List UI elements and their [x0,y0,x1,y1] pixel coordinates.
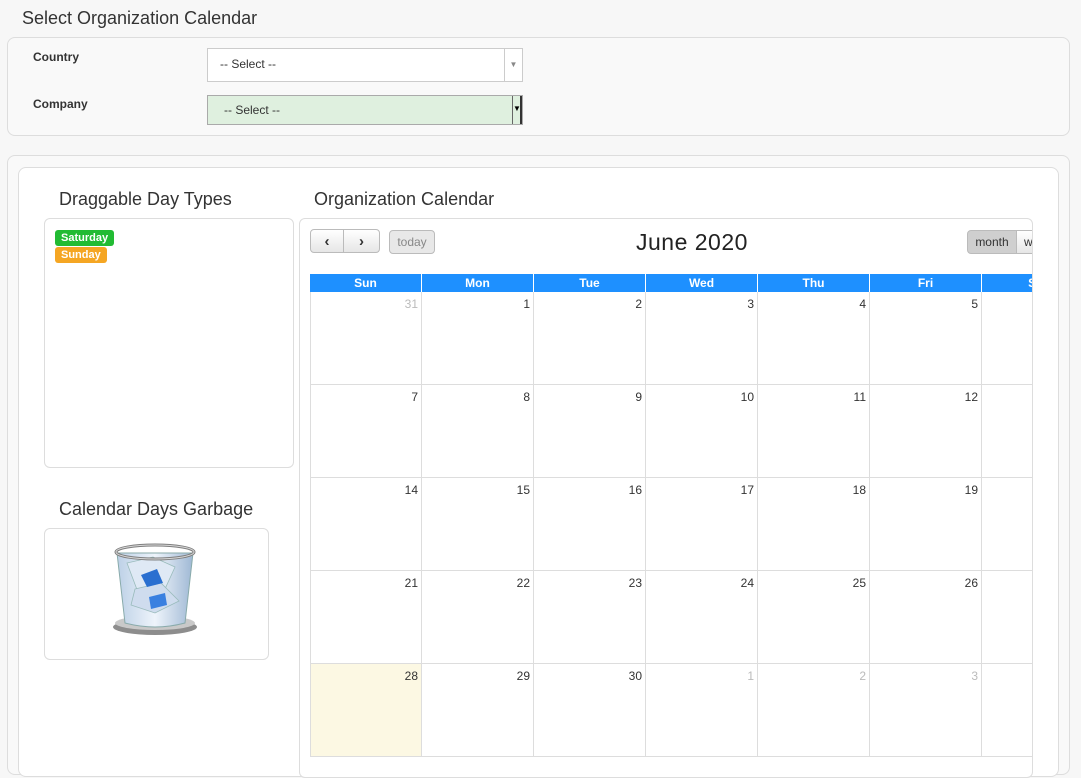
day-cell[interactable]: 9 [534,385,646,478]
day-cell[interactable]: 16 [534,478,646,571]
prev-month-button[interactable]: ‹ [310,229,344,253]
day-type-saturday[interactable]: Saturday [55,230,115,246]
day-types-title: Draggable Day Types [59,189,232,209]
company-label: Company [33,97,88,111]
recycle-bin-icon [113,543,197,635]
day-cell[interactable]: 7 [310,385,422,478]
calendar-section-title: Organization Calendar [314,189,495,209]
view-week-button[interactable]: week [1016,230,1032,254]
day-header-thu: Thu [758,274,870,292]
day-header-sun: Sun [310,274,422,292]
chevron-left-icon: ‹ [324,232,330,250]
country-select[interactable]: -- Select -- ▼ [207,48,523,82]
day-cell[interactable]: 25 [758,571,870,664]
day-cell[interactable]: 19 [870,478,982,571]
day-cell[interactable]: 1 [646,664,758,757]
next-month-button[interactable]: › [343,229,380,253]
day-cell[interactable]: 10 [646,385,758,478]
day-cell[interactable]: 28 [310,664,422,757]
day-cell[interactable]: 14 [310,478,422,571]
filter-panel: Country -- Select -- ▼ Company -- Select… [7,37,1070,136]
month-title: June 2020 [636,229,748,255]
day-cell[interactable]: 18 [758,478,870,571]
company-select-value: -- Select -- [224,103,281,117]
day-cell[interactable]: 29 [422,664,534,757]
day-cell[interactable]: 11 [758,385,870,478]
day-cell[interactable]: 22 [422,571,534,664]
day-cell[interactable]: 30 [534,664,646,757]
chevron-down-icon: ▼ [512,96,522,124]
day-cell[interactable]: 5 [870,292,982,385]
day-cell[interactable]: 2 [534,292,646,385]
day-header-wed: Wed [646,274,758,292]
garbage-drop-zone[interactable] [44,528,269,660]
view-month-button[interactable]: month [967,230,1017,254]
day-header-fri: Fri [870,274,982,292]
country-select-value: -- Select -- [220,57,277,71]
day-types-box: Saturday Sunday [44,218,294,468]
day-cell[interactable]: 2 [758,664,870,757]
day-cell[interactable]: 4 [982,664,1032,757]
day-cell[interactable]: 13 [982,385,1032,478]
day-cell[interactable]: 4 [758,292,870,385]
day-cell[interactable]: 26 [870,571,982,664]
company-select[interactable]: -- Select -- ▼ [207,95,523,125]
day-cell[interactable]: 27 [982,571,1032,664]
day-cell[interactable]: 23 [534,571,646,664]
day-cell[interactable]: 8 [422,385,534,478]
chevron-down-icon: ▼ [504,49,522,81]
page-title: Select Organization Calendar [22,8,258,28]
chevron-right-icon: › [359,232,364,250]
day-cell[interactable]: 20 [982,478,1032,571]
country-label: Country [33,50,79,64]
day-cell[interactable]: 1 [422,292,534,385]
day-cell[interactable]: 3 [646,292,758,385]
day-type-sunday[interactable]: Sunday [55,247,107,263]
day-header-mon: Mon [422,274,534,292]
day-header-tue: Tue [534,274,646,292]
day-cell[interactable]: 17 [646,478,758,571]
calendar: ‹ › today June 2020 month week SunMonTue… [299,218,1033,778]
day-cell[interactable]: 6 [982,292,1032,385]
day-header-sat: Sat [982,274,1032,292]
day-cell[interactable]: 3 [870,664,982,757]
garbage-title: Calendar Days Garbage [59,499,254,519]
day-cell[interactable]: 21 [310,571,422,664]
day-cell[interactable]: 15 [422,478,534,571]
day-cell[interactable]: 12 [870,385,982,478]
day-cell[interactable]: 31 [310,292,422,385]
day-cell[interactable]: 24 [646,571,758,664]
today-button[interactable]: today [389,230,435,254]
